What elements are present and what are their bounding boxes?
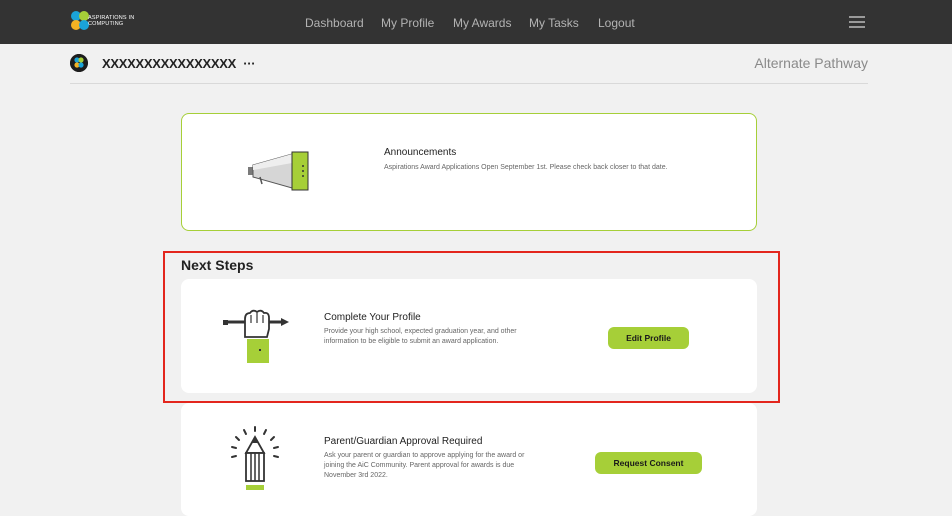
parent-approval-title: Parent/Guardian Approval Required xyxy=(324,436,483,447)
nav-my-tasks[interactable]: My Tasks xyxy=(529,16,579,30)
request-consent-button[interactable]: Request Consent xyxy=(595,452,702,474)
nav-dashboard[interactable]: Dashboard xyxy=(305,16,364,30)
announcement-title: Announcements xyxy=(384,147,457,158)
avatar[interactable] xyxy=(70,54,88,72)
pencil-idea-icon xyxy=(231,426,279,490)
parent-approval-body: Ask your parent or guardian to approve a… xyxy=(324,452,525,479)
page-header: XXXXXXXXXXXXXXXX ··· Alternate Pathway xyxy=(70,44,868,84)
megaphone-icon xyxy=(248,151,309,191)
hamburger-menu-icon[interactable] xyxy=(849,16,865,28)
username-text: XXXXXXXXXXXXXXXX xyxy=(102,56,236,71)
announcement-body: Aspirations Award Applications Open Sept… xyxy=(384,164,668,171)
username: XXXXXXXXXXXXXXXX ··· xyxy=(102,56,256,71)
parent-approval-card: Parent/Guardian Approval Required Ask yo… xyxy=(181,403,757,516)
top-nav: ASPIRATIONS IN COMPUTING Dashboard My Pr… xyxy=(0,0,952,44)
nav-links: Dashboard My Profile My Awards My Tasks … xyxy=(0,0,952,44)
announcement-card: Announcements Aspirations Award Applicat… xyxy=(181,113,757,231)
nav-my-awards[interactable]: My Awards xyxy=(453,16,511,30)
nav-logout[interactable]: Logout xyxy=(598,16,635,30)
avatar-logo-icon xyxy=(70,54,88,72)
nav-my-profile[interactable]: My Profile xyxy=(381,16,434,30)
pathway-label: Alternate Pathway xyxy=(754,55,868,71)
more-options-button[interactable]: ··· xyxy=(243,56,255,71)
highlight-box xyxy=(163,251,780,403)
